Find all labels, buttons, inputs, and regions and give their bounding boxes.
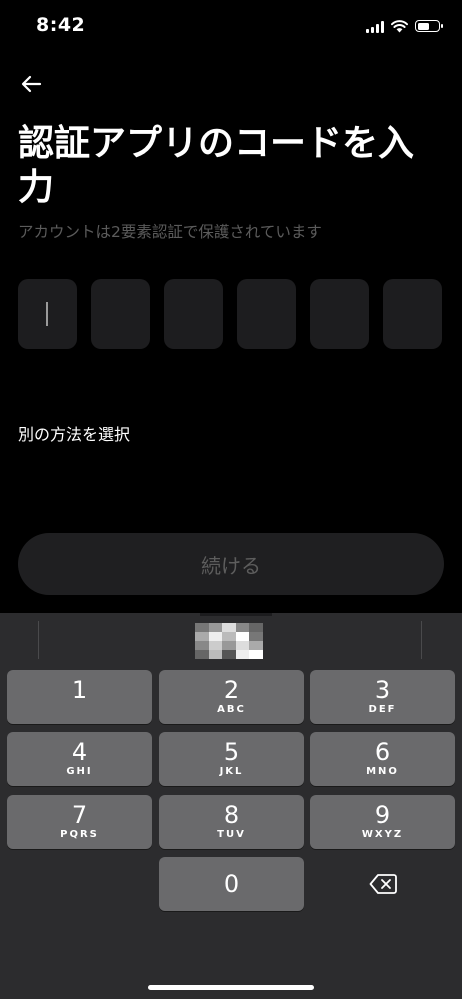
status-time: 8:42 [36, 14, 86, 36]
pixelated-suggestion-icon[interactable] [195, 623, 263, 659]
battery-icon [415, 20, 443, 32]
home-indicator[interactable] [148, 985, 314, 990]
code-input-row[interactable] [18, 279, 442, 349]
wifi-icon [391, 19, 408, 32]
page-title: 認証アプリのコードを入力 [18, 123, 415, 208]
code-digit-2[interactable] [91, 279, 150, 349]
key-1[interactable]: 1 [7, 670, 152, 724]
key-5[interactable]: 5 JKL [159, 732, 304, 786]
status-bar: 8:42 [0, 0, 462, 56]
text-caret [46, 302, 48, 326]
code-digit-5[interactable] [310, 279, 369, 349]
cellular-signal-icon [366, 20, 384, 33]
back-button[interactable] [18, 70, 46, 98]
key-9[interactable]: 9 WXYZ [310, 795, 455, 849]
status-icons [366, 17, 443, 35]
code-digit-4[interactable] [237, 279, 296, 349]
key-3[interactable]: 3 DEF [310, 670, 455, 724]
code-digit-1[interactable] [18, 279, 77, 349]
key-6[interactable]: 6 MNO [310, 732, 455, 786]
backspace-icon [369, 874, 397, 894]
key-7[interactable]: 7 PQRS [7, 795, 152, 849]
key-2[interactable]: 2 ABC [159, 670, 304, 724]
key-4[interactable]: 4 GHI [7, 732, 152, 786]
alt-method-link[interactable]: 別の方法を選択 [18, 421, 130, 445]
keyboard-handle [200, 613, 272, 616]
keyboard-divider [421, 621, 422, 659]
key-0[interactable]: 0 [159, 857, 304, 911]
code-digit-3[interactable] [164, 279, 223, 349]
continue-button[interactable]: 続ける [18, 533, 444, 595]
keyboard-divider [38, 621, 39, 659]
arrow-left-icon [21, 75, 42, 93]
code-digit-6[interactable] [383, 279, 442, 349]
numeric-keyboard: 1 2 ABC 3 DEF 4 GHI 5 JKL 6 MNO 7 PQRS 8 TUV 9W… [0, 613, 462, 999]
key-8[interactable]: 8 TUV [159, 795, 304, 849]
backspace-button[interactable] [310, 857, 455, 911]
page-subtitle: アカウントは2要素認証で保護されています [18, 223, 322, 241]
